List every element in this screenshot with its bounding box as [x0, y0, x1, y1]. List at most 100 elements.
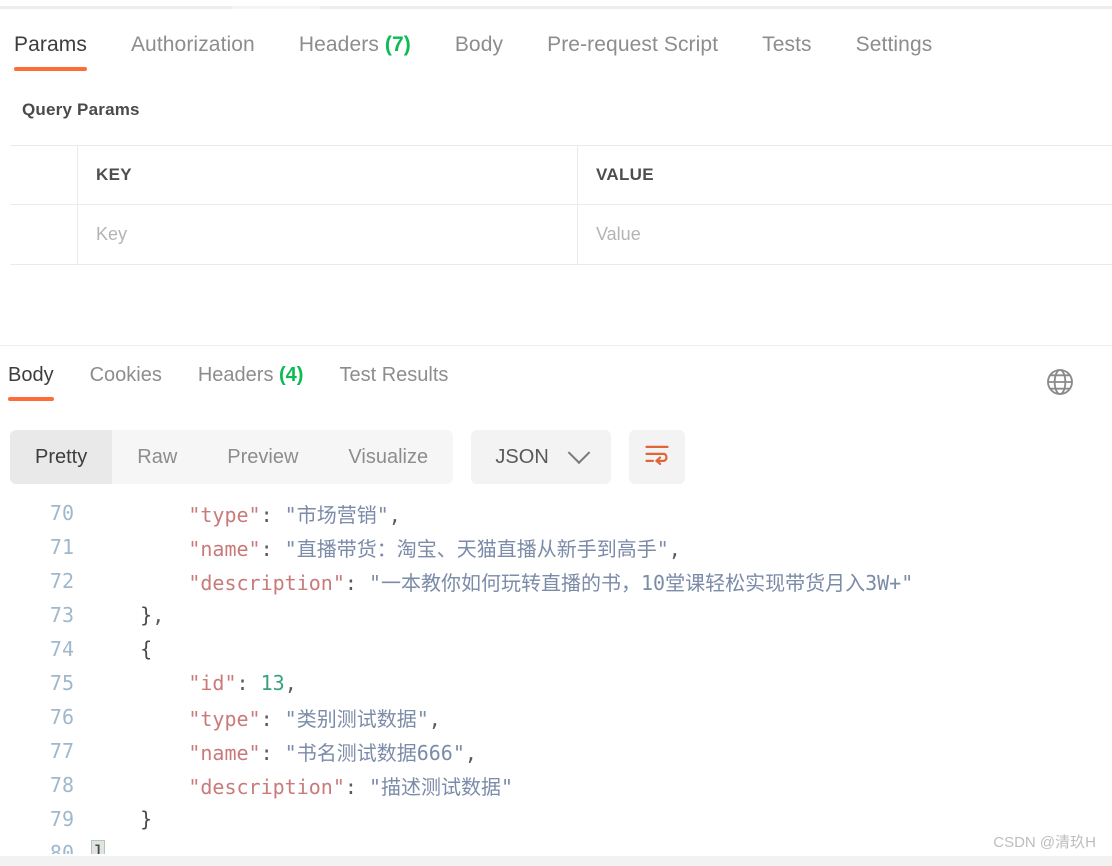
chevron-down-icon — [567, 441, 591, 465]
code-token-str: "书名测试数据666" — [284, 740, 465, 765]
line-number: 78 — [49, 773, 74, 797]
response-tab-label: Body — [8, 364, 54, 386]
header-checkbox-cell — [10, 146, 78, 204]
bottom-divider — [0, 856, 1112, 866]
param-key-placeholder[interactable]: Key — [96, 224, 127, 245]
code-token-key: "name" — [188, 740, 261, 765]
wrap-text-icon — [643, 442, 671, 473]
code-line-text[interactable]: ] — [90, 840, 1112, 854]
code-token-key: "type" — [188, 706, 261, 731]
wrap-text-button[interactable] — [629, 430, 686, 484]
view-mode-pretty[interactable]: Pretty — [10, 430, 113, 484]
code-token-punct: : — [236, 671, 261, 695]
request-tab-label: Authorization — [130, 33, 255, 56]
response-tab-headers[interactable]: Headers (4) — [198, 364, 304, 401]
param-value-placeholder[interactable]: Value — [596, 224, 641, 245]
code-line-text[interactable]: "description": "描述测试数据" — [92, 771, 1112, 800]
line-number: 79 — [49, 807, 74, 831]
request-tab-pre-request-script[interactable]: Pre-request Script — [547, 33, 718, 71]
response-format-select[interactable]: JSON — [471, 430, 612, 484]
code-token-key: "id" — [188, 671, 237, 695]
response-tab-test-results[interactable]: Test Results — [339, 364, 448, 401]
view-mode-group: Pretty Raw Preview Visualize — [10, 430, 454, 484]
code-line-text[interactable]: "type": "市场营销", — [92, 499, 1112, 528]
watermark: CSDN @清玖H — [993, 834, 1096, 851]
param-key-cell[interactable]: Key — [78, 205, 578, 264]
column-header-key: KEY — [96, 165, 132, 184]
row-checkbox-cell[interactable] — [10, 205, 78, 264]
code-line-text[interactable]: "name": "直播带货：淘宝、天猫直播从新手到高手", — [92, 533, 1112, 562]
view-mode-visualize[interactable]: Visualize — [323, 430, 453, 484]
request-tab-settings[interactable]: Settings — [856, 33, 933, 71]
response-body-code[interactable]: 70 "type": "市场营销", 71 "name": "直播带货：淘宝、天猫… — [0, 496, 1112, 854]
code-line-text[interactable]: { — [92, 637, 1112, 661]
code-token-punct: : — [260, 502, 285, 527]
code-line: 74 { — [0, 632, 1112, 666]
request-tab-params[interactable]: Params — [14, 33, 87, 71]
code-line: 80] — [0, 836, 1112, 854]
column-header-value: VALUE — [596, 165, 654, 184]
code-line-text[interactable]: } — [92, 807, 1112, 831]
code-token-punct: , — [464, 740, 477, 765]
request-tab-tests[interactable]: Tests — [762, 33, 812, 71]
line-number: 70 — [49, 501, 74, 525]
window-top-divider — [0, 6, 1112, 9]
request-tab-authorization[interactable]: Authorization — [131, 33, 255, 71]
param-value-cell[interactable]: Value — [578, 205, 1112, 264]
code-token-punct: : — [344, 570, 369, 595]
line-number: 71 — [49, 535, 74, 559]
code-line-text[interactable]: "name": "书名测试数据666", — [92, 737, 1112, 766]
code-token-punct: : — [260, 740, 285, 765]
request-tab-headers[interactable]: Headers (7) — [299, 33, 411, 71]
code-line: 73 }, — [0, 598, 1112, 632]
table-row: Key Value — [10, 205, 1112, 264]
code-line: 70 "type": "市场营销", — [0, 496, 1112, 530]
request-tab-label: Body — [454, 33, 504, 56]
response-tabs: Body Cookies Headers (4) Test Results — [0, 364, 1112, 410]
globe-icon[interactable] — [1044, 366, 1076, 398]
response-tab-body[interactable]: Body — [8, 364, 54, 401]
request-tab-label: Settings — [855, 33, 933, 56]
code-token-punct: , — [388, 502, 401, 527]
code-token-str: "直播带货：淘宝、天猫直播从新手到高手" — [284, 536, 669, 561]
code-line-text[interactable]: "type": "类别测试数据", — [92, 703, 1112, 732]
view-mode-raw[interactable]: Raw — [112, 430, 202, 484]
request-tab-body[interactable]: Body — [455, 33, 503, 71]
code-line-text[interactable]: "description": "一本教你如何玩转直播的书，10堂课轻松实现带货月… — [92, 567, 1112, 596]
request-tab-label: Params — [14, 33, 87, 56]
response-viewer-toolbar: Pretty Raw Preview Visualize JSON — [10, 430, 686, 484]
request-tab-count-badge: (7) — [378, 33, 411, 56]
code-line-text[interactable]: }, — [92, 603, 1112, 627]
query-params-table: KEY VALUE Key Value — [10, 145, 1112, 265]
code-token-punct: , — [284, 671, 297, 695]
code-token-punct: , — [668, 536, 681, 561]
code-line: 79 } — [0, 802, 1112, 836]
window-top-divider-segment — [232, 6, 320, 9]
code-line: 72 "description": "一本教你如何玩转直播的书，10堂课轻松实现… — [0, 564, 1112, 598]
header-cell-value: VALUE — [578, 146, 1112, 204]
response-tab-cookies[interactable]: Cookies — [90, 364, 162, 401]
view-mode-preview[interactable]: Preview — [202, 430, 323, 484]
line-number: 76 — [49, 705, 74, 729]
code-token-str: "市场营销" — [284, 502, 389, 527]
code-line: 77 "name": "书名测试数据666", — [0, 734, 1112, 768]
response-tab-label: Test Results — [339, 364, 449, 386]
request-tab-label: Headers — [298, 33, 379, 56]
code-token-brace: } — [140, 807, 153, 831]
line-number: 75 — [49, 671, 74, 695]
code-token-str: "类别测试数据" — [284, 706, 429, 731]
line-number: 77 — [49, 739, 74, 763]
code-line: 75 "id": 13, — [0, 666, 1112, 700]
code-line-text[interactable]: "id": 13, — [92, 671, 1112, 695]
request-tab-label: Pre-request Script — [547, 33, 719, 56]
code-token-str: "一本教你如何玩转直播的书，10堂课轻松实现带货月入3W+" — [368, 570, 914, 595]
